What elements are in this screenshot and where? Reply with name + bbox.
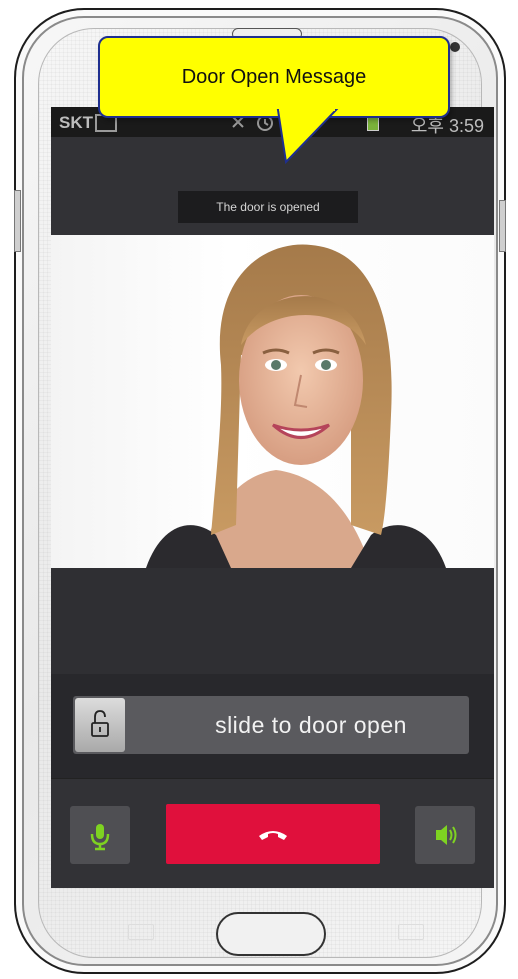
power-button [499,200,506,252]
door-open-callout: Door Open Message [98,36,450,118]
carrier-label: SKT [59,113,93,132]
slider-handle[interactable] [75,698,125,752]
end-call-button[interactable] [166,804,380,864]
video-footer-area [51,568,494,674]
callout-text: Door Open Message [181,66,367,88]
menu-key[interactable] [128,924,154,940]
call-controls [51,778,494,888]
phone-hangup-icon [259,831,287,840]
speaker-icon [436,825,457,845]
microphone-icon [90,824,110,851]
callout-pointer [276,108,339,165]
phone-screen: SKT 오후 3:59 The door is opened slide to … [51,107,494,888]
unlock-icon [91,710,109,737]
back-key[interactable] [398,924,424,940]
door-open-toast: The door is opened [178,191,358,223]
front-camera [450,42,460,52]
volume-button [14,190,21,252]
video-feed [51,235,494,568]
speaker-button[interactable] [415,806,475,864]
slider-label: slide to door open [215,712,407,738]
door-slider-panel: slide to door open [51,674,494,778]
door-open-slider[interactable]: slide to door open [73,696,469,754]
visitor-video-image [146,244,446,568]
mute-button[interactable] [70,806,130,864]
home-button[interactable] [216,912,326,956]
